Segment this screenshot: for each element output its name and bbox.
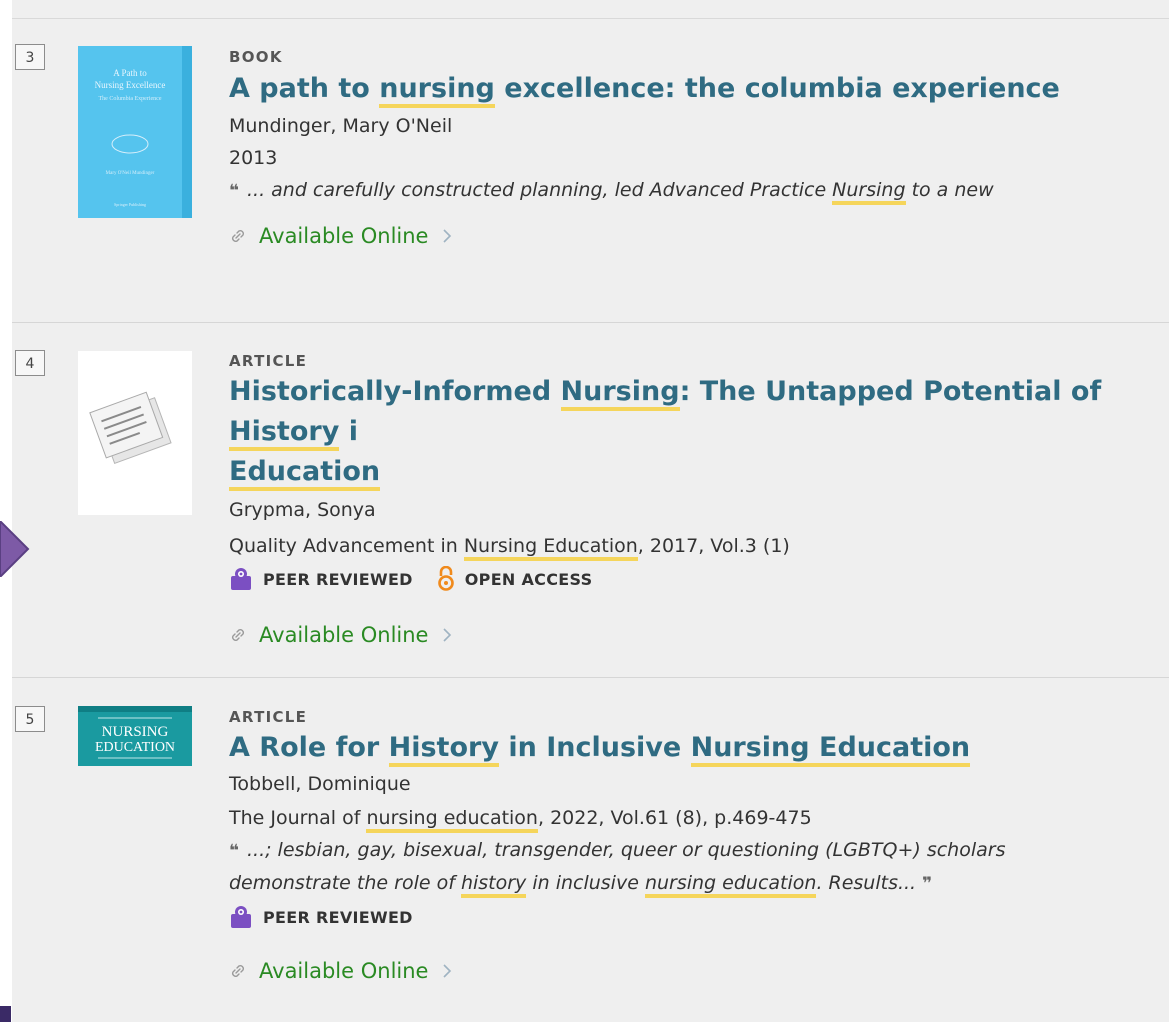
result-number: 5: [15, 706, 45, 732]
text-segment: ...; lesbian, gay, bisexual, transgender…: [246, 839, 1006, 861]
chevron-right-icon: [443, 628, 452, 642]
open-access-badge: OPEN ACCESS: [437, 566, 593, 592]
quote-open-icon: ❝: [229, 841, 239, 861]
available-online-link[interactable]: Available Online: [229, 952, 1169, 990]
result-title-link[interactable]: A path to nursing excellence: the columb…: [229, 68, 1169, 110]
text-segment: to a new: [905, 179, 994, 201]
document-icon[interactable]: [78, 351, 192, 515]
highlighted-term: nursing: [379, 73, 495, 108]
text-segment: Quality Advancement in: [229, 535, 464, 557]
result-number: 3: [15, 44, 45, 70]
result-author: Mundinger, Mary O'Neil: [229, 115, 453, 137]
badge-label: PEER REVIEWED: [263, 907, 413, 927]
highlighted-term: History: [388, 732, 499, 767]
result-title-link[interactable]: Historically-Informed Nursing: The Untap…: [229, 372, 1169, 492]
text-segment: in inclusive: [526, 872, 645, 894]
availability-label: Available Online: [259, 959, 429, 983]
link-icon: [232, 965, 244, 977]
svg-text:A Path to: A Path to: [113, 68, 147, 78]
results-list: 3 A Path to Nursing Excellence The Colum…: [12, 0, 1169, 1022]
text-segment: A path to: [229, 73, 380, 104]
badge-label: OPEN ACCESS: [464, 569, 593, 589]
text-segment: , 2017, Vol.3 (1): [637, 535, 790, 557]
svg-text:EDUCATION: EDUCATION: [95, 740, 175, 755]
text-segment: , 2022, Vol.61 (8), p.469-475: [537, 807, 812, 829]
result-number: 4: [15, 350, 45, 376]
link-icon: [232, 629, 244, 641]
chevron-right-icon: [443, 229, 452, 243]
record-type: BOOK: [229, 48, 283, 66]
text-segment: . Results...: [816, 872, 917, 894]
svg-text:NURSING: NURSING: [102, 724, 169, 740]
peer-reviewed-icon: [231, 906, 251, 928]
divider: [12, 322, 1169, 323]
availability-label: Available Online: [259, 623, 429, 647]
text-segment: i: [339, 416, 358, 447]
peer-reviewed-badge: PEER REVIEWED: [229, 905, 413, 929]
result-author: Grypma, Sonya: [229, 499, 376, 521]
badge-row: PEER REVIEWED: [229, 900, 1169, 934]
result-snippet: ❝ ... and carefully constructed planning,…: [229, 174, 1169, 207]
available-online-link[interactable]: Available Online: [229, 217, 1169, 255]
result-date: 2013: [229, 147, 278, 169]
result-author: Tobbell, Dominique: [229, 773, 411, 795]
highlighted-term: Nursing: [832, 179, 906, 205]
svg-text:The Columbia Experience: The Columbia Experience: [99, 96, 162, 102]
highlighted-term: nursing education: [366, 807, 538, 833]
text-segment: demonstrate the role of: [229, 872, 461, 894]
divider: [12, 18, 1169, 19]
result-source: Quality Advancement in Nursing Education…: [229, 530, 1169, 562]
highlighted-term: Nursing Education: [690, 732, 971, 767]
text-segment: The Journal of: [229, 807, 367, 829]
highlighted-term: history: [460, 872, 527, 898]
highlighted-term: Education: [229, 456, 381, 491]
result-source: The Journal of nursing education, 2022, …: [229, 802, 1169, 834]
quote-open-icon: ❝: [229, 181, 239, 201]
highlighted-term: History: [229, 416, 340, 451]
corner-marker: [0, 1006, 11, 1022]
divider: [12, 677, 1169, 678]
record-type: ARTICLE: [229, 708, 308, 726]
highlighted-term: nursing education: [644, 872, 817, 898]
highlighted-term: Nursing Education: [463, 535, 638, 561]
badge-label: PEER REVIEWED: [263, 569, 413, 589]
text-segment: Historically-Informed: [229, 376, 561, 407]
svg-text:Springer Publishing: Springer Publishing: [114, 202, 146, 207]
result-snippet: ❝ ...; lesbian, gay, bisexual, transgende…: [229, 834, 1169, 900]
book-cover-icon[interactable]: A Path to Nursing Excellence The Columbi…: [78, 46, 192, 218]
available-online-link[interactable]: Available Online: [229, 616, 1169, 654]
quote-close-icon: ❞: [922, 874, 933, 894]
text-segment: excellence: the columbia experience: [494, 73, 1060, 104]
text-segment: : The Untapped Potential of: [679, 376, 1102, 407]
availability-label: Available Online: [259, 224, 429, 248]
chevron-right-icon[interactable]: [0, 521, 40, 577]
journal-cover-icon[interactable]: NURSING EDUCATION: [78, 706, 192, 766]
result-title-link[interactable]: A Role for History in Inclusive Nursing …: [229, 728, 1169, 768]
open-access-icon: [437, 566, 454, 591]
link-icon: [232, 230, 244, 242]
badge-row: PEER REVIEWED OPEN ACCESS: [229, 562, 1169, 596]
text-segment: A Role for: [229, 732, 389, 763]
svg-text:Mary O'Neil Mundinger: Mary O'Neil Mundinger: [106, 171, 155, 176]
highlighted-term: Nursing: [560, 376, 680, 411]
svg-text:Nursing Excellence: Nursing Excellence: [95, 80, 166, 90]
peer-reviewed-icon: [231, 568, 251, 590]
text-segment: in Inclusive: [498, 732, 691, 763]
chevron-right-icon: [443, 964, 452, 978]
peer-reviewed-badge: PEER REVIEWED: [229, 567, 413, 591]
record-type: ARTICLE: [229, 352, 308, 370]
text-segment: ... and carefully constructed planning, …: [246, 179, 833, 201]
